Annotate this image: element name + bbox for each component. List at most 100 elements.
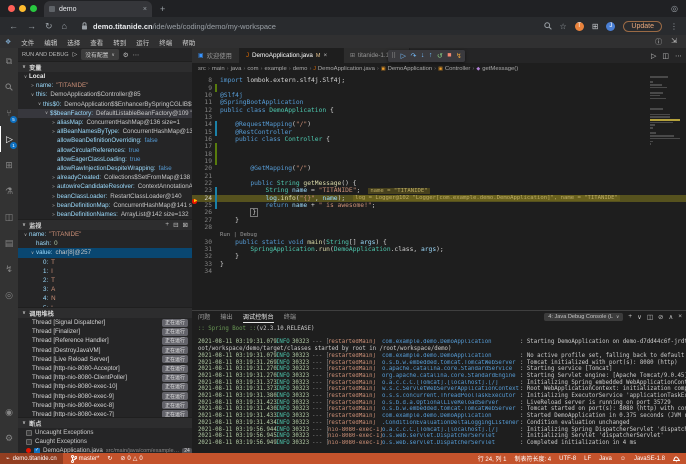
- split-panel-icon[interactable]: ◫: [647, 313, 653, 321]
- code-line[interactable]: 12public class DemoApplication {: [192, 106, 686, 113]
- home-icon[interactable]: ⌂: [62, 21, 67, 32]
- code-line[interactable]: 18: [192, 150, 686, 157]
- avatar-orange[interactable]: T: [575, 22, 584, 31]
- breakpoint-checkbox[interactable]: [26, 439, 32, 445]
- sync-icon[interactable]: ↻: [107, 455, 112, 462]
- code-line[interactable]: 23 String name = "TITANIDE";name = "TITA…: [192, 187, 686, 194]
- target-icon[interactable]: ◎: [0, 282, 18, 308]
- debug-config-dropdown[interactable]: 没有配置 ∨: [81, 49, 119, 60]
- maximize-panel-icon[interactable]: ∧: [668, 313, 673, 321]
- breakpoints-section-header[interactable]: ∨ 断点: [18, 417, 192, 428]
- menu-item-5[interactable]: 运行: [131, 37, 154, 47]
- info-icon[interactable]: ⓘ: [655, 37, 662, 47]
- code-line[interactable]: 13: [192, 114, 686, 121]
- code-line[interactable]: 27 }: [192, 217, 686, 224]
- avatar-blue[interactable]: J: [606, 22, 615, 31]
- breadcrumb[interactable]: src›main›java›com›example›demo›JDemoAppl…: [192, 63, 686, 74]
- split-editor-icon[interactable]: ◫: [662, 52, 669, 60]
- reload-icon[interactable]: ↻: [45, 21, 53, 32]
- clear-console-icon[interactable]: ⊘: [658, 313, 663, 321]
- kebab-menu-icon[interactable]: ⋮: [670, 22, 678, 31]
- variable-row[interactable]: >allBeanNamesByType:ConcurrentHashMap@13…: [18, 127, 192, 136]
- traffic-light-zoom[interactable]: [30, 5, 37, 12]
- call-stack-thread[interactable]: Thread [http-nio-8080-exec-10]正在运行: [18, 382, 192, 391]
- breadcrumb-item[interactable]: getMessage(): [482, 66, 518, 72]
- code-line[interactable]: 33}: [192, 261, 686, 268]
- breakpoint-row[interactable]: Uncaught Exceptions: [18, 428, 192, 437]
- breadcrumb-item[interactable]: com: [247, 66, 258, 72]
- menu-item-7[interactable]: 帮助: [177, 37, 200, 47]
- call-stack-thread[interactable]: Thread [http-nio-8080-Acceptor]正在运行: [18, 364, 192, 373]
- breadcrumb-item[interactable]: Controller: [445, 66, 471, 72]
- search-icon[interactable]: [0, 74, 18, 100]
- lightning-icon[interactable]: ↯: [0, 256, 18, 282]
- gear-icon[interactable]: ⚙: [123, 51, 129, 59]
- code-line[interactable]: 9: [192, 84, 686, 91]
- problems-item[interactable]: ⊘ 0 △ 0: [120, 455, 142, 462]
- code-line[interactable]: 15 @RestController: [192, 128, 686, 135]
- editor-tab[interactable]: ▣欢迎使用: [192, 48, 240, 63]
- code-line[interactable]: 31 SpringApplication.run(DemoApplication…: [192, 246, 686, 253]
- variable-row[interactable]: >name:"TITANIDE": [18, 81, 192, 90]
- breadcrumb-item[interactable]: DemoApplication: [388, 66, 433, 72]
- code-line[interactable]: Run | Debug: [192, 231, 686, 238]
- code-line[interactable]: 25 return name + " is awesome!";: [192, 202, 686, 209]
- panel-tab[interactable]: 终端: [284, 312, 296, 323]
- watch-row[interactable]: 1:I: [18, 267, 192, 276]
- panel-tab[interactable]: 调试控制台: [243, 312, 274, 323]
- code-line[interactable]: 21: [192, 172, 686, 179]
- collapse-all-icon[interactable]: ⊟: [173, 221, 178, 229]
- panel-tab[interactable]: 输出: [220, 312, 232, 323]
- code-line[interactable]: 16 public class Controller {: [192, 136, 686, 143]
- run-file-icon[interactable]: ▷: [651, 52, 656, 60]
- extensions-puzzle-icon[interactable]: ⊞: [592, 22, 599, 31]
- url-text[interactable]: demo.titanide.cn/ide/web/coding/demo/my-…: [93, 22, 276, 31]
- add-expression-icon[interactable]: +: [165, 221, 169, 229]
- watch-row[interactable]: 2:T: [18, 276, 192, 285]
- menu-item-3[interactable]: 查看: [85, 37, 108, 47]
- breakpoint-row[interactable]: Caught Exceptions: [18, 437, 192, 446]
- language-mode[interactable]: Java: [599, 456, 612, 462]
- code-line[interactable]: 26 }: [192, 209, 686, 216]
- variable-row[interactable]: ∨Local: [18, 72, 192, 81]
- watch-row[interactable]: hash:0: [18, 239, 192, 248]
- database-icon[interactable]: ◫: [0, 204, 18, 230]
- encoding[interactable]: UTF-8: [559, 456, 576, 462]
- code-line[interactable]: 14 @RequestMapping("/"): [192, 121, 686, 128]
- code-line[interactable]: 34: [192, 268, 686, 275]
- restart-icon[interactable]: ↺: [437, 52, 443, 60]
- test-flask-icon[interactable]: ⚗: [0, 178, 18, 204]
- editor-tab[interactable]: JDemoApplication.javaM×: [240, 48, 344, 63]
- tab-size[interactable]: 制表符长度: 4: [514, 454, 551, 463]
- variable-row[interactable]: >beanDefinitionMap:ConcurrentHashMap@141…: [18, 201, 192, 210]
- variable-row[interactable]: >alreadyCreated:Collections$SetFromMap@1…: [18, 173, 192, 182]
- console-selector-dropdown[interactable]: 4: Java Debug Console (L ∨: [544, 313, 623, 321]
- explorer-icon[interactable]: ⧉: [0, 48, 18, 74]
- code-line[interactable]: 8import lombok.extern.slf4j.Slf4j;: [192, 77, 686, 84]
- new-tab-button[interactable]: +: [160, 4, 165, 14]
- step-out-icon[interactable]: ↑: [429, 52, 433, 59]
- variable-row[interactable]: >aliasMap:ConcurrentHashMap@136 size=1: [18, 118, 192, 127]
- watch-row[interactable]: ∨value:char[8]@257: [18, 248, 192, 257]
- cursor-position[interactable]: 行 24, 列 1: [478, 454, 507, 463]
- search-icon[interactable]: [544, 22, 552, 30]
- menu-item-6[interactable]: 终端: [154, 37, 177, 47]
- variable-row[interactable]: allowRawInjectionDespiteWrapping:false: [18, 164, 192, 173]
- step-over-icon[interactable]: ↷: [411, 52, 417, 60]
- variable-row[interactable]: ∨this$0:DemoApplication$$EnhancerBySprin…: [18, 100, 192, 109]
- close-panel-icon[interactable]: ×: [678, 313, 682, 321]
- code-line[interactable]: 30 public static void main(String[] args…: [192, 239, 686, 246]
- breakpoint-row[interactable]: DemoApplication.javasrc/main/java/com/ex…: [18, 446, 192, 453]
- variable-row[interactable]: allowCircularReferences:true: [18, 146, 192, 155]
- back-icon[interactable]: ←: [9, 21, 18, 32]
- step-into-icon[interactable]: ↓: [421, 52, 425, 59]
- variable-row[interactable]: >beanClassLoader:RestartClassLoader@140: [18, 191, 192, 200]
- variable-row[interactable]: ∨$$beanFactory:DefaultListableBeanFactor…: [18, 109, 192, 118]
- panel-tab[interactable]: 问题: [198, 312, 210, 323]
- tab-close-icon[interactable]: ×: [143, 6, 147, 13]
- call-stack-thread[interactable]: Thread [DestroyJavaVM]正在运行: [18, 346, 192, 355]
- call-stack-thread[interactable]: Thread [http-nio-8080-exec-8]正在运行: [18, 401, 192, 410]
- add-console-icon[interactable]: +: [628, 313, 632, 321]
- call-stack-thread[interactable]: Thread [Signal Dispatcher]正在运行: [18, 318, 192, 327]
- breadcrumb-item[interactable]: java: [231, 66, 242, 72]
